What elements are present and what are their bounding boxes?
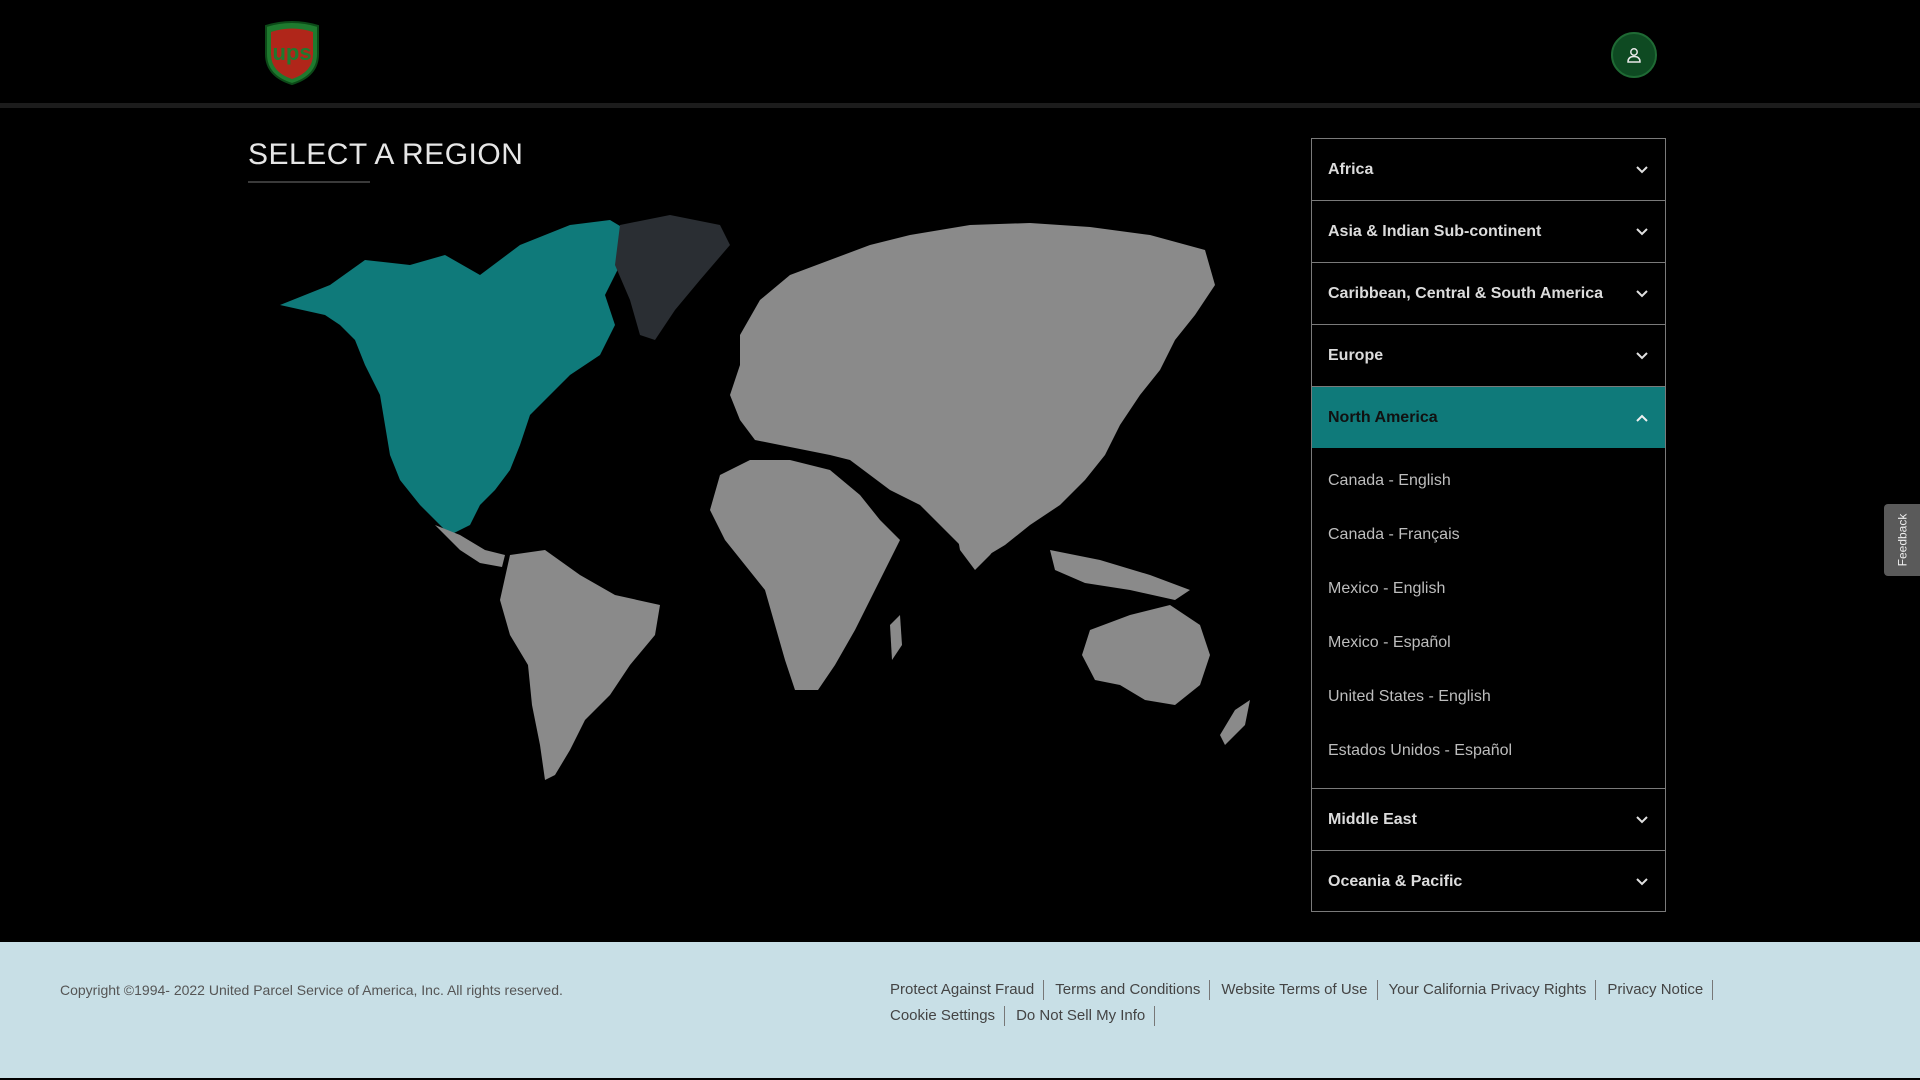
user-account-button[interactable] <box>1611 32 1657 78</box>
footer-link-california-privacy-rights[interactable]: Your California Privacy Rights <box>1389 980 1597 1000</box>
country-link-canada-english[interactable]: Canada - English <box>1312 454 1665 508</box>
site-footer: Copyright ©1994- 2022 United Parcel Serv… <box>0 942 1920 1078</box>
chevron-down-icon <box>1636 351 1648 359</box>
region-label: Caribbean, Central & South America <box>1328 284 1604 302</box>
footer-link-do-not-sell-my-info[interactable]: Do Not Sell My Info <box>1016 1006 1156 1026</box>
region-europe[interactable]: Europe <box>1312 325 1665 387</box>
country-link-mexico-espanol[interactable]: Mexico - Español <box>1312 616 1665 670</box>
chevron-down-icon <box>1636 165 1648 173</box>
footer-link-privacy-notice[interactable]: Privacy Notice <box>1607 980 1714 1000</box>
region-label: Asia & Indian Sub-continent <box>1328 222 1542 240</box>
region-caribbean-central-south-america[interactable]: Caribbean, Central & South America <box>1312 263 1665 325</box>
chevron-down-icon <box>1636 815 1648 823</box>
feedback-tab[interactable]: Feedback <box>1884 504 1920 576</box>
country-link-us-english[interactable]: United States - English <box>1312 670 1665 724</box>
map-region-new-zealand[interactable] <box>1220 700 1250 745</box>
region-label: North America <box>1328 408 1438 426</box>
region-middle-east[interactable]: Middle East <box>1312 789 1665 851</box>
region-asia[interactable]: Asia & Indian Sub-continent <box>1312 201 1665 263</box>
chevron-down-icon <box>1636 289 1648 297</box>
title-underline <box>248 181 370 183</box>
region-north-america[interactable]: North America <box>1312 387 1665 448</box>
region-label: Africa <box>1328 160 1374 178</box>
map-region-australia[interactable] <box>1082 605 1210 705</box>
footer-link-terms-and-conditions[interactable]: Terms and Conditions <box>1055 980 1211 1000</box>
footer-links: Protect Against Fraud Terms and Conditio… <box>890 980 1810 1026</box>
map-region-greenland[interactable] <box>615 215 730 340</box>
chevron-up-icon <box>1636 414 1648 422</box>
region-accordion: Africa Asia & Indian Sub-continent Carib… <box>1311 138 1666 912</box>
country-link-us-espanol[interactable]: Estados Unidos - Español <box>1312 724 1665 778</box>
page-title: SELECT A REGION <box>248 138 524 171</box>
region-oceania-pacific[interactable]: Oceania & Pacific <box>1312 851 1665 913</box>
footer-link-website-terms-of-use[interactable]: Website Terms of Use <box>1221 980 1378 1000</box>
map-region-madagascar[interactable] <box>890 615 902 660</box>
country-link-canada-francais[interactable]: Canada - Français <box>1312 508 1665 562</box>
svg-text:ups: ups <box>272 40 311 65</box>
north-america-country-list: Canada - English Canada - Français Mexic… <box>1312 448 1665 789</box>
world-map[interactable] <box>270 205 1300 785</box>
footer-link-cookie-settings[interactable]: Cookie Settings <box>890 1006 1006 1026</box>
map-region-central-america[interactable] <box>435 525 505 567</box>
map-region-south-america[interactable] <box>500 550 660 780</box>
map-region-southeast-asia[interactable] <box>1050 550 1190 600</box>
region-label: Oceania & Pacific <box>1328 873 1463 890</box>
map-region-africa[interactable] <box>710 460 900 690</box>
site-header: ups <box>0 0 1920 108</box>
copyright-text: Copyright ©1994- 2022 United Parcel Serv… <box>60 982 563 998</box>
user-icon <box>1627 48 1641 63</box>
region-label: Middle East <box>1328 810 1417 828</box>
region-africa[interactable]: Africa <box>1312 139 1665 201</box>
map-region-north-america[interactable] <box>280 220 635 535</box>
country-link-mexico-english[interactable]: Mexico - English <box>1312 562 1665 616</box>
ups-logo[interactable]: ups <box>262 20 322 86</box>
footer-link-protect-against-fraud[interactable]: Protect Against Fraud <box>890 980 1045 1000</box>
region-label: Europe <box>1328 346 1384 364</box>
feedback-label: Feedback <box>1895 513 1910 567</box>
chevron-down-icon <box>1636 227 1648 235</box>
chevron-down-icon <box>1636 878 1648 886</box>
